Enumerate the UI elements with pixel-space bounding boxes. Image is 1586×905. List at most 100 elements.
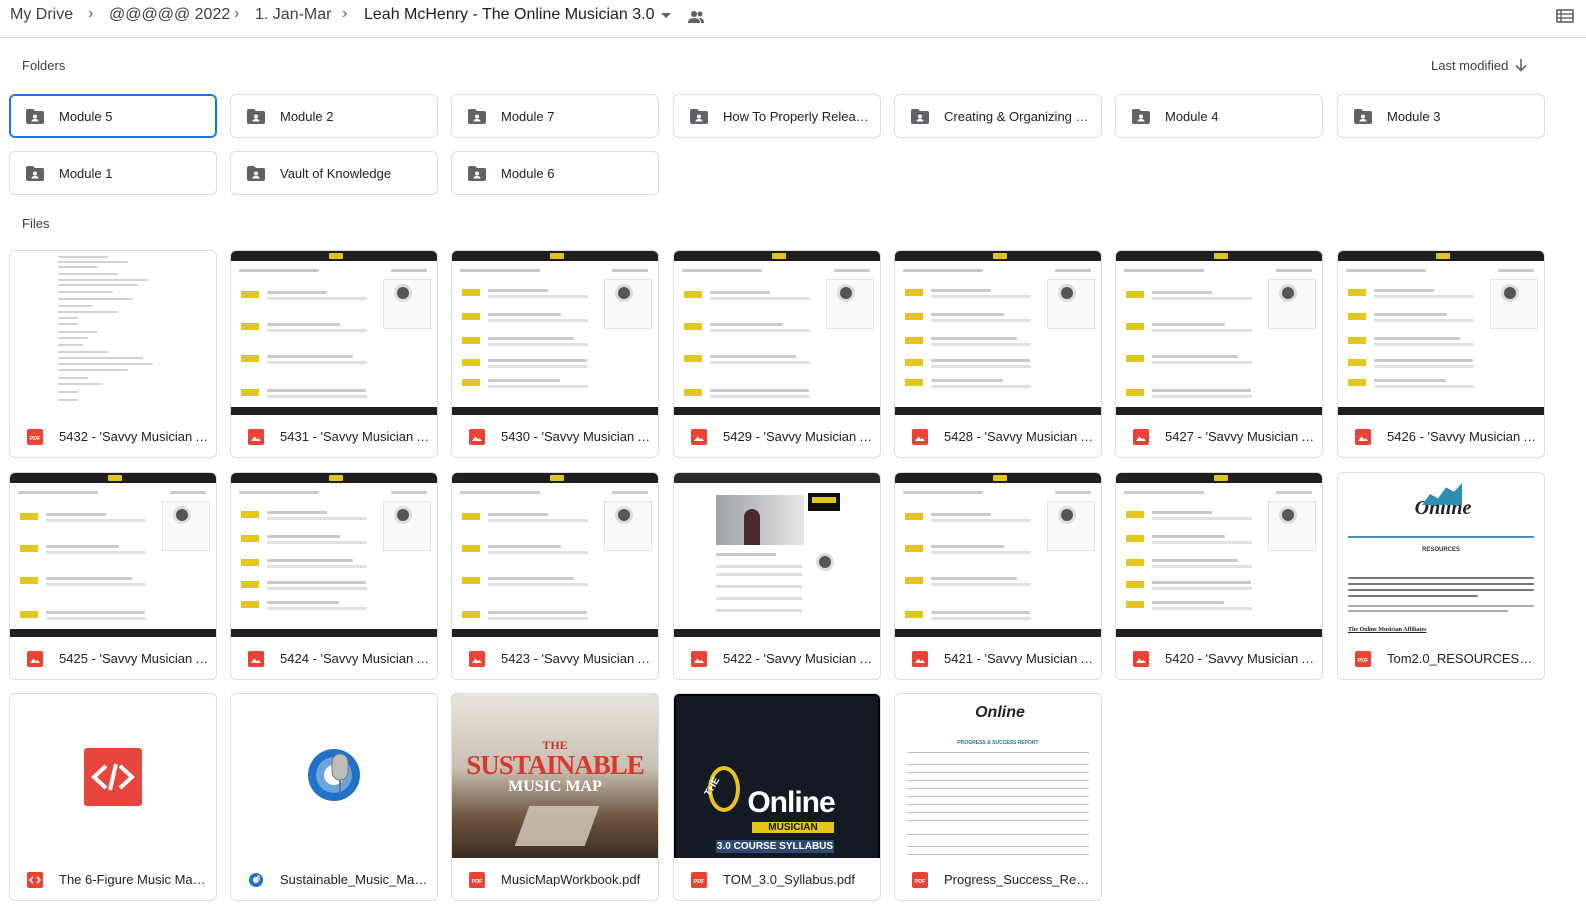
file-thumbnail[interactable]: Online RESOURCES The Online Musician Affil… <box>1338 473 1544 637</box>
caret-down-icon[interactable] <box>661 11 671 19</box>
shared-folder-icon <box>26 166 44 181</box>
sort-by-label[interactable]: Last modified <box>1431 58 1508 73</box>
shared-folder-icon <box>468 109 486 124</box>
progress-brand: Online <box>975 704 1025 721</box>
file-card[interactable]: 5427 - 'Savvy Musician Ac... <box>1115 250 1323 458</box>
file-thumbnail[interactable] <box>1338 251 1544 415</box>
file-name: 5430 - 'Savvy Musician Ac... <box>501 429 653 444</box>
folders-heading: Folders <box>22 58 66 73</box>
logo-mark <box>1214 253 1228 259</box>
shared-folder-icon <box>690 109 708 124</box>
file-thumbnail[interactable] <box>674 251 880 415</box>
folder-card[interactable]: Creating & Organizing a R... <box>894 94 1102 138</box>
file-card[interactable]: THE Online MUSICIAN 3.0 COURSE SYLLABUS PDF T… <box>673 693 881 901</box>
shared-folder-icon <box>26 109 44 124</box>
thumb-footer-bar <box>895 407 1101 415</box>
file-name: 5420 - 'Savvy Musician Ac... <box>1165 651 1317 666</box>
file-card[interactable]: 5431 - 'Savvy Musician Ac... <box>230 250 438 458</box>
folder-card[interactable]: Module 3 <box>1337 94 1545 138</box>
folder-name: Module 2 <box>280 109 334 124</box>
file-thumbnail[interactable] <box>452 251 658 415</box>
file-thumbnail[interactable] <box>231 473 437 637</box>
syllabus-brand: Online <box>747 786 835 819</box>
file-card[interactable]: 5430 - 'Savvy Musician Ac... <box>451 250 659 458</box>
shared-folder-icon <box>1354 109 1372 124</box>
chevron-right-icon: › <box>234 5 240 22</box>
thumb-footer-bar <box>10 629 216 637</box>
file-card[interactable]: Online RESOURCES The Online Musician Affil… <box>1337 472 1545 680</box>
file-name: Progress_Success_Report... <box>944 872 1096 887</box>
file-thumbnail[interactable] <box>231 251 437 415</box>
thumb-header-bar <box>231 251 437 261</box>
folder-card[interactable]: Module 7 <box>451 94 659 138</box>
shared-folder-icon <box>247 166 265 181</box>
pdf-icon: PDF <box>27 429 43 445</box>
folder-card[interactable]: How To Properly Release Y... <box>673 94 881 138</box>
file-thumbnail[interactable] <box>895 473 1101 637</box>
file-card[interactable]: 5424 - 'Savvy Musician Ac... <box>230 472 438 680</box>
file-card[interactable]: 5425 - 'Savvy Musician Ac... <box>9 472 217 680</box>
file-name: Sustainable_Music_Map_... <box>280 872 432 887</box>
file-card[interactable]: THE SUSTAINABLE MUSIC MAP PDF MusicMapWorkbo… <box>451 693 659 901</box>
pdf-icon: PDF <box>469 872 485 888</box>
file-card[interactable]: 5420 - 'Savvy Musician Ac... <box>1115 472 1323 680</box>
thumb-footer-bar <box>1338 407 1544 415</box>
syllabus-caption: 3.0 COURSE SYLLABUS <box>716 840 834 853</box>
file-card[interactable]: PDF 5432 - 'Savvy Musician Ac... <box>9 250 217 458</box>
image-icon <box>27 651 43 667</box>
file-thumbnail[interactable] <box>10 473 216 637</box>
image-icon <box>469 651 485 667</box>
file-card[interactable]: 5423 - 'Savvy Musician Ac... <box>451 472 659 680</box>
file-thumbnail[interactable]: THE SUSTAINABLE MUSIC MAP <box>452 694 658 858</box>
cover-title: SUSTAINABLE <box>466 750 645 780</box>
file-name: 5431 - 'Savvy Musician Ac... <box>280 429 432 444</box>
file-thumbnail[interactable]: THE Online MUSICIAN 3.0 COURSE SYLLABUS <box>674 694 880 858</box>
chevron-right-icon: › <box>342 5 348 22</box>
file-card[interactable]: Sustainable_Music_Map_... <box>230 693 438 901</box>
file-thumbnail[interactable] <box>10 694 216 858</box>
logo-mark <box>550 253 564 259</box>
file-name: MusicMapWorkbook.pdf <box>501 872 641 887</box>
folder-card[interactable]: Module 4 <box>1115 94 1323 138</box>
list-view-icon[interactable] <box>1556 7 1574 25</box>
file-thumbnail[interactable] <box>10 251 216 415</box>
file-thumbnail[interactable] <box>1116 473 1322 637</box>
thumb-header-bar <box>1338 251 1544 261</box>
file-card[interactable]: 5422 - 'Savvy Musician Ac... <box>673 472 881 680</box>
svg-text:PDF: PDF <box>472 879 484 885</box>
file-thumbnail[interactable]: Online PROGRESS & SUCCESS REPORT <box>895 694 1101 858</box>
folder-name: Module 7 <box>501 109 555 124</box>
file-thumbnail[interactable] <box>674 473 880 637</box>
image-icon <box>1133 651 1149 667</box>
file-card[interactable]: 5421 - 'Savvy Musician Ac... <box>894 472 1102 680</box>
thumb-footer-bar <box>231 629 437 637</box>
folder-card[interactable]: Module 5 <box>9 94 217 138</box>
file-thumbnail[interactable] <box>452 473 658 637</box>
file-card[interactable]: 5428 - 'Savvy Musician Ac... <box>894 250 1102 458</box>
breadcrumb-year-folder[interactable]: @@@@@ 2022 <box>109 6 230 24</box>
file-card[interactable]: 5429 - 'Savvy Musician Ac... <box>673 250 881 458</box>
cover-subtitle: MUSIC MAP <box>508 778 602 795</box>
pdf-icon: PDF <box>691 872 707 888</box>
file-name: 5432 - 'Savvy Musician Ac... <box>59 429 211 444</box>
file-name: 5428 - 'Savvy Musician Ac... <box>944 429 1096 444</box>
breadcrumb-my-drive[interactable]: My Drive <box>10 6 73 24</box>
folder-card[interactable]: Vault of Knowledge <box>230 151 438 195</box>
file-card[interactable]: Online PROGRESS & SUCCESS REPORT PDF Progre… <box>894 693 1102 901</box>
file-thumbnail[interactable] <box>1116 251 1322 415</box>
file-thumbnail[interactable] <box>231 694 437 858</box>
folder-card[interactable]: Module 6 <box>451 151 659 195</box>
syllabus-cover-image <box>676 696 878 858</box>
folder-card[interactable]: Module 1 <box>9 151 217 195</box>
shared-folder-icon <box>247 109 265 124</box>
file-card[interactable]: 5426 - 'Savvy Musician Ac... <box>1337 250 1545 458</box>
file-thumbnail[interactable] <box>895 251 1101 415</box>
image-icon <box>1133 429 1149 445</box>
folder-card[interactable]: Module 2 <box>230 94 438 138</box>
file-name: Tom2.0_RESOURCES_033... <box>1387 651 1539 666</box>
breadcrumb-quarter-folder[interactable]: 1. Jan-Mar <box>255 6 331 24</box>
file-card[interactable]: The 6-Figure Music Map.ts <box>9 693 217 901</box>
sort-direction-arrow-icon[interactable] <box>1513 57 1529 73</box>
folder-name: Module 3 <box>1387 109 1441 124</box>
breadcrumb-current-folder[interactable]: Leah McHenry - The Online Musician 3.0 <box>364 6 655 24</box>
